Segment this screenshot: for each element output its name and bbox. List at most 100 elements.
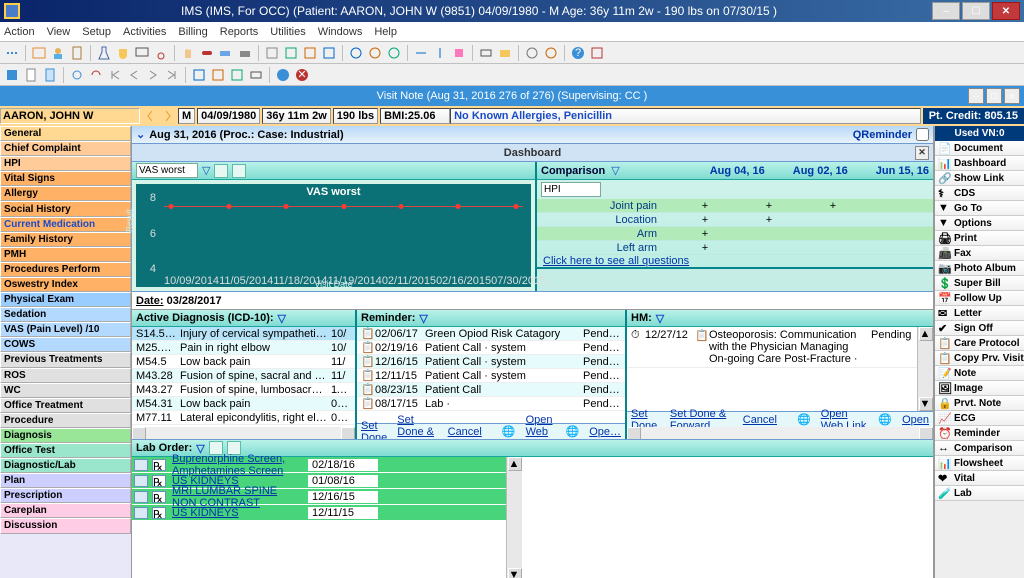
reminder-row[interactable]: 📋02/06/17Green Opiod Risk CatagoryPendin…	[357, 327, 625, 341]
rn-item-comparison[interactable]: ↔Comparison	[935, 441, 1024, 456]
walk-left-icon[interactable]	[142, 108, 158, 124]
cancel-link[interactable]: Cancel	[448, 426, 482, 438]
reminder-row[interactable]: 📋02/19/16Patient Call · systemPending	[357, 341, 625, 355]
refresh-icon[interactable]	[69, 67, 85, 83]
rn-item-cds[interactable]: ⚕CDS	[935, 186, 1024, 201]
pills-icon[interactable]	[199, 45, 215, 61]
chevron-down-icon[interactable]: ▽	[419, 312, 427, 325]
nav-item-prescription[interactable]: Prescription	[0, 488, 131, 503]
folder-icon[interactable]	[497, 45, 513, 61]
scroll-left-button[interactable]	[627, 427, 641, 439]
scroll-right-button[interactable]	[919, 427, 933, 439]
scroll-right-button[interactable]	[341, 427, 355, 439]
set-done-link[interactable]: Set Done	[361, 420, 387, 440]
help-icon[interactable]	[275, 67, 291, 83]
nav-item-chief-complaint[interactable]: Chief Complaint	[0, 141, 131, 156]
reminder-row[interactable]: 📋08/23/15Patient CallPending	[357, 383, 625, 397]
nav-item-procedures-perform[interactable]: Procedures Perform	[0, 262, 131, 277]
rn-item-vital[interactable]: ❤Vital	[935, 471, 1024, 486]
nav-item-physical-exam[interactable]: Physical Exam	[0, 292, 131, 307]
reminder-row[interactable]: 📋08/17/15Lab ·Pending	[357, 397, 625, 411]
save-icon[interactable]	[4, 67, 20, 83]
hm-scrollbar[interactable]: ▲▼	[917, 327, 933, 411]
monitor-icon[interactable]	[134, 45, 150, 61]
rn-item-copy-prv-visit[interactable]: 📋Copy Prv. Visit	[935, 351, 1024, 366]
rn-item-lab[interactable]: 🧪Lab	[935, 486, 1024, 501]
rn-item-sign-off[interactable]: ✔Sign Off	[935, 321, 1024, 336]
nav-item-cows[interactable]: COWS	[0, 337, 131, 352]
nav-item-plan[interactable]: Plan	[0, 473, 131, 488]
next-icon[interactable]	[145, 67, 161, 83]
nav-item-discussion[interactable]: Discussion	[0, 518, 131, 533]
walk-right-icon[interactable]	[160, 108, 176, 124]
nav-item-previous-treatments[interactable]: Previous Treatments	[0, 352, 131, 367]
rn-item-prvt-note[interactable]: 🔒Prvt. Note	[935, 396, 1024, 411]
lab-row[interactable]: ℞Buprenorphine Screen, Amphetamines Scre…	[132, 457, 512, 473]
diag-row[interactable]: M54.5Low back pain11/	[132, 355, 355, 369]
scroll-left-button[interactable]	[132, 427, 146, 439]
exit-icon[interactable]: ✕	[294, 67, 310, 83]
last-icon[interactable]	[164, 67, 180, 83]
comp-date[interactable]: Aug 04, 16	[710, 165, 765, 177]
diag-row[interactable]: M43.27Fusion of spine, lumbosacral regio…	[132, 383, 355, 397]
tool-icon[interactable]	[191, 67, 207, 83]
qreminder-checkbox[interactable]	[916, 128, 929, 141]
nav-item-sedation[interactable]: Sedation	[0, 307, 131, 322]
patient-icon[interactable]	[50, 45, 66, 61]
tool-icon[interactable]	[302, 45, 318, 61]
print-icon[interactable]	[248, 67, 264, 83]
nav-item-careplan[interactable]: Careplan	[0, 503, 131, 518]
nav-item-office-test[interactable]: Office Test	[0, 443, 131, 458]
refresh-back-icon[interactable]	[88, 67, 104, 83]
chevron-down-icon[interactable]: ▽	[278, 312, 286, 325]
nav-item-pmh[interactable]: PMH	[0, 247, 131, 262]
lab-row[interactable]: ℞MRI LUMBAR SPINE NON CONTRAST12/16/15	[132, 489, 512, 505]
clipboard-icon[interactable]	[69, 45, 85, 61]
nav-item-oswestry-index[interactable]: Oswestry Index	[0, 277, 131, 292]
open-link[interactable]: Ope…	[589, 426, 621, 438]
nav-item-diagnosis[interactable]: Diagnosis	[0, 428, 131, 443]
nav-item-hpi[interactable]: HPI	[0, 156, 131, 171]
rn-item-dashboard[interactable]: 📊Dashboard	[935, 156, 1024, 171]
tool-icon[interactable]	[229, 67, 245, 83]
settings-icon[interactable]	[524, 45, 540, 61]
reminder-row[interactable]: 📋12/16/15Patient Call · systemPending	[357, 355, 625, 369]
rn-item-go-to[interactable]: ▼Go To	[935, 201, 1024, 216]
comparison-dropdown[interactable]: HPI	[541, 182, 601, 197]
doc-icon[interactable]	[42, 67, 58, 83]
tool-icon[interactable]	[283, 45, 299, 61]
settings-icon[interactable]	[543, 45, 559, 61]
patient-name[interactable]: AARON, JOHN W	[0, 108, 140, 124]
help-icon[interactable]: ?	[570, 45, 586, 61]
reminder-row[interactable]: 📋12/11/15Patient Call · systemPending	[357, 369, 625, 383]
close-button[interactable]: ✕	[992, 2, 1020, 20]
comp-date[interactable]: Aug 02, 16	[793, 165, 848, 177]
rn-item-options[interactable]: ▼Options	[935, 216, 1024, 231]
diag-row[interactable]: S14.5XXInjury of cervical sympathetic ne…	[132, 327, 355, 341]
rn-item-super-bill[interactable]: 💲Super Bill	[935, 276, 1024, 291]
tool-icon[interactable]	[413, 45, 429, 61]
flask-icon[interactable]	[96, 45, 112, 61]
van-icon[interactable]	[218, 45, 234, 61]
chevron-down-icon[interactable]: ⌄	[136, 128, 145, 141]
rn-item-letter[interactable]: ✉Letter	[935, 306, 1024, 321]
nav-item-family-history[interactable]: Family History	[0, 232, 131, 247]
rn-item-flowsheet[interactable]: 📊Flowsheet	[935, 456, 1024, 471]
hm-row[interactable]: ⏱12/27/12📋Osteoporosis: Communication wi…	[627, 327, 917, 368]
print-icon[interactable]	[478, 45, 494, 61]
nav-item-current-medication[interactable]: Current Medication	[0, 217, 131, 232]
rn-item-ecg[interactable]: 📈ECG	[935, 411, 1024, 426]
dots-icon[interactable]	[4, 45, 20, 61]
menu-reports[interactable]: Reports	[220, 26, 259, 38]
nav-item-office-treatment[interactable]: Office Treatment	[0, 398, 131, 413]
menu-windows[interactable]: Windows	[318, 26, 363, 38]
open-web-link[interactable]: Open Web Link	[526, 414, 556, 440]
hand-icon[interactable]	[180, 45, 196, 61]
lab-row[interactable]: ℞US KIDNEYS12/11/15	[132, 505, 512, 521]
tool-icon[interactable]	[321, 45, 337, 61]
nav-item-wc[interactable]: WC	[0, 383, 131, 398]
menu-setup[interactable]: Setup	[82, 26, 111, 38]
maximize-button[interactable]: ☐	[962, 2, 990, 20]
diag-row[interactable]: M54.31Low back pain06/0	[132, 397, 355, 411]
tool-icon[interactable]	[264, 45, 280, 61]
